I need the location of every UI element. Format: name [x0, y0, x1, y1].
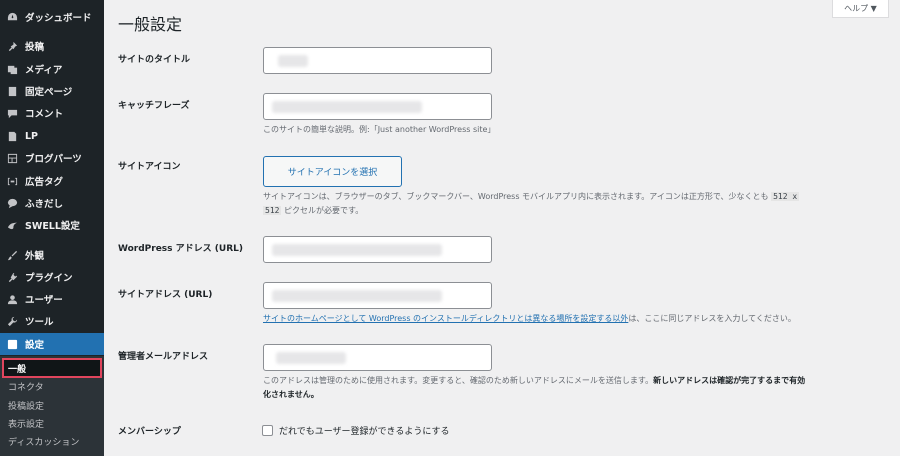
site-title-input[interactable] — [263, 47, 492, 74]
wp-address-label: WordPress アドレス (URL) — [118, 244, 243, 254]
sidebar-item-appearance[interactable]: 外観 — [0, 244, 104, 266]
redacted-value — [276, 352, 346, 364]
sidebar-item-label: 固定ページ — [25, 87, 73, 98]
admin-email-description: このアドレスは管理のために使用されます。変更すると、確認のため新しいアドレスにメ… — [263, 374, 873, 402]
sidebar-item-label: プラグイン — [25, 273, 73, 284]
site-icon-size-code: 512 x — [771, 192, 800, 201]
sidebar-item-balloons[interactable]: ふきだし — [0, 192, 104, 214]
site-address-desc-text: は、ここに同じアドレスを入力してください。 — [628, 314, 796, 323]
admin-email-desc-bold: 新しいアドレスは確認が完了するまで有効 — [653, 376, 806, 385]
pin-icon — [6, 40, 18, 52]
sidebar-item-label: 投稿 — [25, 42, 45, 53]
submenu-item-reading[interactable]: 表示設定 — [0, 414, 104, 432]
help-tab-button[interactable]: ヘルプ ▼ — [832, 0, 889, 18]
sidebar-item-dashboard[interactable]: ダッシュボード — [0, 6, 104, 28]
sidebar-item-media[interactable]: メディア — [0, 58, 104, 80]
site-address-label: サイトアドレス (URL) — [118, 290, 213, 300]
sidebar-item-label: LP — [25, 130, 39, 142]
sidebar-item-swell-settings[interactable]: SWELL設定 — [0, 214, 104, 236]
redacted-value — [278, 55, 308, 67]
membership-checkbox[interactable] — [262, 425, 273, 436]
site-icon-size-code: 512 — [263, 206, 282, 215]
tagline-label: キャッチフレーズ — [118, 101, 190, 111]
membership-label: メンバーシップ — [118, 427, 181, 437]
blog-parts-icon — [6, 152, 18, 164]
site-icon-desc-text: ピクセルが必要です。 — [284, 206, 364, 215]
sidebar-item-label: SWELL設定 — [25, 221, 80, 232]
sidebar-item-label: 設定 — [25, 340, 45, 351]
sidebar-item-label: ツール — [25, 317, 54, 328]
sidebar-item-label: 外観 — [25, 251, 45, 262]
site-address-description: サイトのホームページとして WordPress のインストールディレクトリとは異… — [263, 312, 796, 326]
submenu-item-discussion[interactable]: ディスカッション — [0, 432, 104, 450]
balloon-icon — [6, 197, 18, 209]
sidebar-item-lp[interactable]: LP — [0, 125, 104, 147]
sidebar-item-comments[interactable]: コメント — [0, 102, 104, 124]
sidebar-item-posts[interactable]: 投稿 — [0, 35, 104, 57]
sidebar-item-pages[interactable]: 固定ページ — [0, 80, 104, 102]
admin-email-label: 管理者メールアドレス — [118, 352, 209, 362]
settings-icon — [6, 338, 18, 350]
page-title: 一般設定 — [118, 15, 183, 34]
sidebar-item-label: メディア — [25, 65, 63, 76]
membership-option[interactable]: だれでもユーザー登録ができるようにする — [262, 424, 449, 437]
sidebar-item-blog-parts[interactable]: ブログパーツ — [0, 147, 104, 169]
settings-submenu: 一般 コネクタ 投稿設定 表示設定 ディスカッション — [0, 356, 104, 456]
sidebar-item-label: ブログパーツ — [25, 154, 82, 165]
membership-checkbox-label: だれでもユーザー登録ができるようにする — [279, 427, 450, 437]
admin-email-input[interactable] — [263, 344, 492, 371]
sidebar-item-label: 広告タグ — [25, 177, 64, 188]
wrench-icon — [6, 315, 18, 327]
submenu-item-general[interactable]: 一般 — [2, 358, 102, 378]
redacted-value — [272, 244, 442, 256]
site-icon-label: サイトアイコン — [118, 162, 181, 172]
admin-sidebar: ダッシュボード 投稿 メディア 固定ページ コメント LP ブログパーツ 広告タ… — [0, 0, 104, 456]
sidebar-item-tools[interactable]: ツール — [0, 310, 104, 332]
admin-email-desc-bold: 化されません。 — [263, 390, 319, 399]
lp-page-icon — [6, 130, 18, 142]
media-icon — [6, 63, 18, 75]
swell-icon — [6, 219, 18, 231]
sidebar-item-plugins[interactable]: プラグイン — [0, 266, 104, 288]
plugin-icon — [6, 271, 18, 283]
site-icon-desc-text: サイトアイコンは、ブラウザーのタブ、ブックマークバー、WordPress モバイ… — [263, 192, 769, 201]
redacted-value — [272, 101, 422, 113]
site-address-input[interactable] — [263, 282, 492, 309]
brush-icon — [6, 249, 18, 261]
comment-icon — [6, 107, 18, 119]
select-site-icon-button[interactable]: サイトアイコンを選択 — [263, 156, 402, 187]
sidebar-item-settings[interactable]: 設定 — [0, 333, 104, 355]
sidebar-item-users[interactable]: ユーザー — [0, 288, 104, 310]
sidebar-item-ad-tags[interactable]: 広告タグ — [0, 170, 104, 192]
sidebar-item-label: ふきだし — [25, 199, 64, 210]
user-icon — [6, 293, 18, 305]
submenu-item-writing[interactable]: 投稿設定 — [0, 396, 104, 414]
page-icon — [6, 85, 18, 97]
sidebar-item-label: ユーザー — [25, 295, 63, 306]
sidebar-item-label: コメント — [25, 109, 64, 120]
site-icon-description: サイトアイコンは、ブラウザーのタブ、ブックマークバー、WordPress モバイ… — [263, 190, 883, 218]
sidebar-item-label: ダッシュボード — [25, 13, 92, 24]
submenu-item-connector[interactable]: コネクタ — [0, 377, 104, 395]
wp-address-input[interactable] — [263, 236, 492, 263]
tagline-description: このサイトの簡単な説明。例:「Just another WordPress si… — [263, 125, 496, 134]
tagline-input[interactable] — [263, 93, 492, 120]
redacted-value — [272, 290, 442, 302]
admin-email-desc-text: このアドレスは管理のために使用されます。変更すると、確認のため新しいアドレスにメ… — [263, 376, 654, 385]
site-title-label: サイトのタイトル — [118, 55, 191, 65]
ad-tag-icon — [6, 175, 18, 187]
site-address-help-link[interactable]: サイトのホームページとして WordPress のインストールディレクトリとは異… — [263, 314, 628, 323]
dashboard-icon — [6, 11, 18, 23]
